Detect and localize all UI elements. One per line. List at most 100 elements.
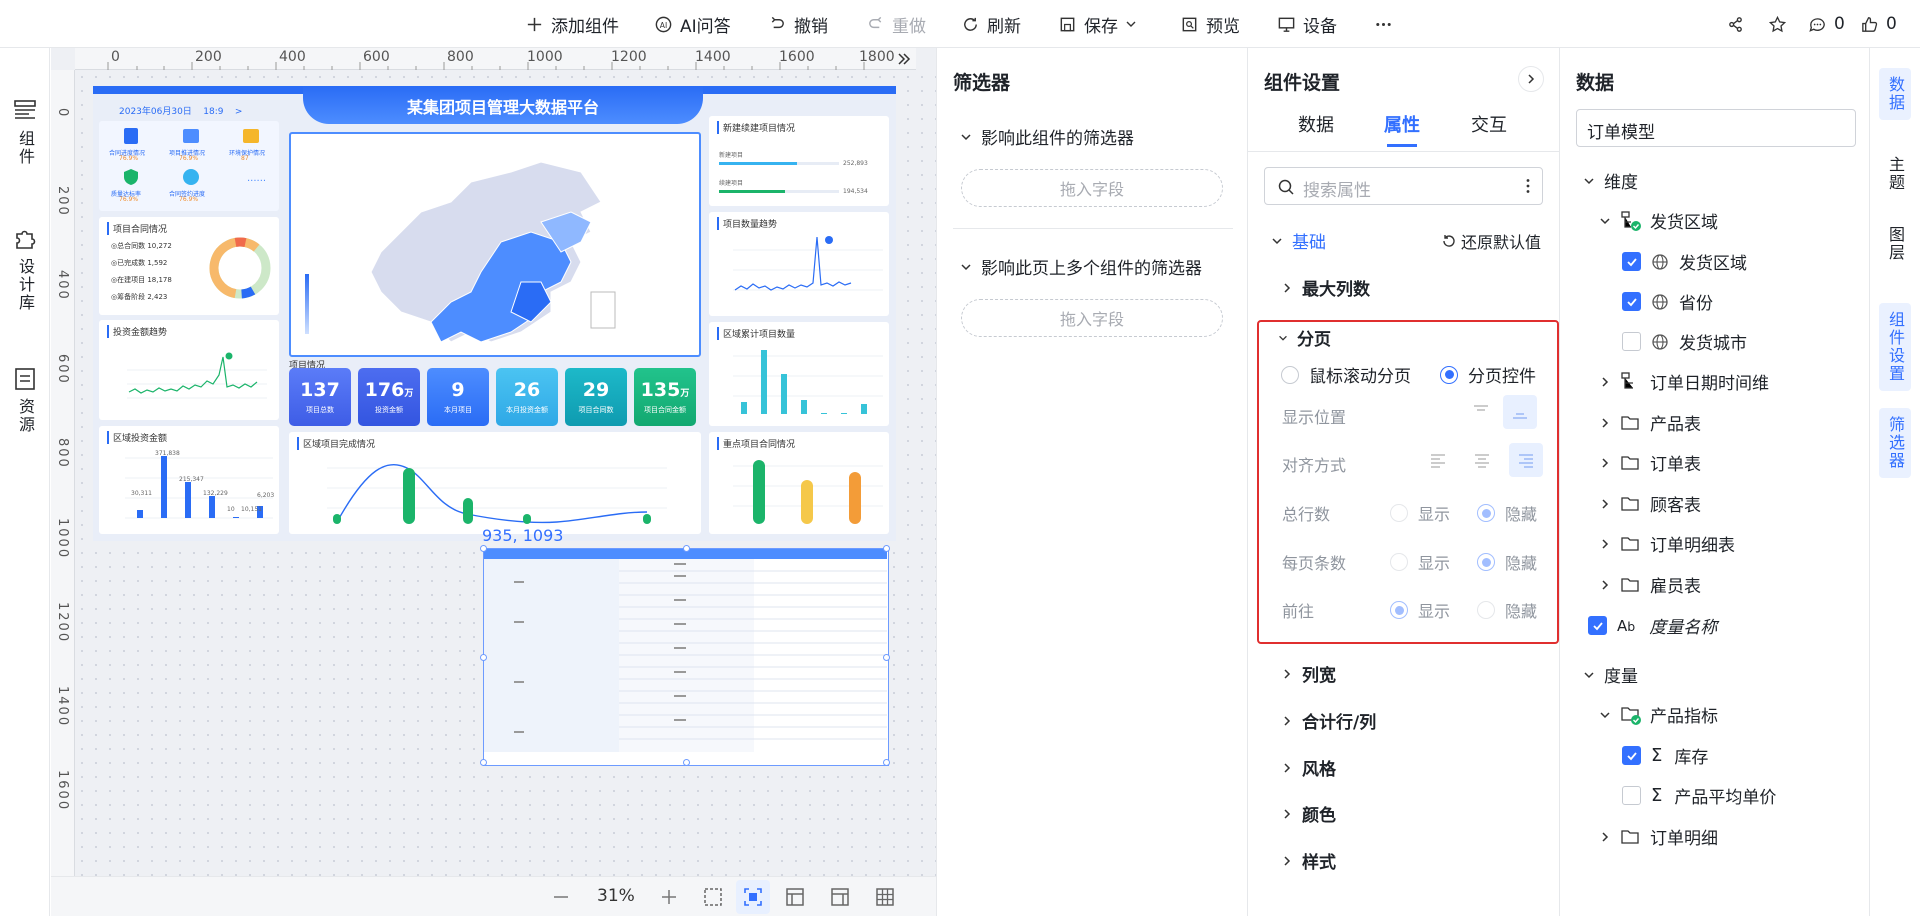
product-metric-folder[interactable]: 产品指标 <box>1598 702 1718 727</box>
share-button[interactable] <box>1726 0 1745 48</box>
resize-handle[interactable] <box>883 759 890 766</box>
design-canvas[interactable]: 0 200 400 600 800 1000 1200 1400 1600 18… <box>51 48 936 916</box>
selected-table-component[interactable] <box>480 545 890 766</box>
redo-button[interactable]: 重做 <box>866 0 926 48</box>
resize-handle[interactable] <box>883 545 890 552</box>
stock-checkbox[interactable] <box>1622 746 1641 765</box>
add-component-button[interactable]: 添加组件 <box>525 0 619 48</box>
order-detail-folder[interactable]: 订单明细 <box>1598 824 1718 849</box>
zoom-out-icon[interactable] <box>551 887 571 907</box>
field-avg-price[interactable]: Σ 产品平均单价 <box>1622 783 1776 808</box>
collapse-panel-button[interactable] <box>1518 66 1544 92</box>
device-button[interactable]: 设备 <box>1277 0 1337 48</box>
resize-handle[interactable] <box>480 654 487 661</box>
per-page-show[interactable]: 显示 <box>1390 550 1450 574</box>
page-filter-section[interactable]: 影响此页上多个组件的筛选器 <box>959 254 1202 279</box>
refresh-button[interactable]: 刷新 <box>961 0 1021 48</box>
column-width-section[interactable]: 列宽 <box>1280 661 1336 686</box>
property-search-input[interactable]: 搜索属性 <box>1264 167 1543 205</box>
align-center-button[interactable] <box>1465 443 1499 477</box>
theme-section[interactable]: 风格 <box>1280 755 1336 780</box>
reset-default-button[interactable]: 还原默认值 <box>1441 229 1541 253</box>
tab-properties[interactable]: 属性 <box>1384 111 1420 137</box>
fit-screen-icon[interactable] <box>702 886 724 908</box>
component-filter-section[interactable]: 影响此组件的筛选器 <box>959 124 1134 149</box>
preview-button[interactable]: 预览 <box>1180 0 1240 48</box>
rail-tab-theme[interactable]: 主题 <box>1879 148 1911 200</box>
field-ship-city[interactable]: 发货城市 <box>1622 329 1747 354</box>
tab-interaction[interactable]: 交互 <box>1471 111 1507 137</box>
resize-handle[interactable] <box>683 759 690 766</box>
resize-handle[interactable] <box>480 759 487 766</box>
rail-tab-component-settings[interactable]: 组件设置 <box>1879 303 1911 391</box>
tab-data[interactable]: 数据 <box>1298 111 1334 137</box>
dimension-group[interactable]: 维度 <box>1582 168 1638 193</box>
grid-icon[interactable] <box>874 886 896 908</box>
like-button[interactable]: 0 <box>1860 0 1897 48</box>
paging-control-radio[interactable] <box>1440 365 1458 384</box>
data-model-select[interactable]: 订单模型 <box>1576 109 1856 147</box>
total-rows-hide[interactable]: 隐藏 <box>1477 501 1537 525</box>
scroll-paging-option[interactable]: 鼠标滚动分页 <box>1281 362 1411 387</box>
order-date-hierarchy[interactable]: 订单日期时间维 <box>1598 369 1769 394</box>
favorite-button[interactable] <box>1768 0 1787 48</box>
goto-show[interactable]: 显示 <box>1390 598 1450 622</box>
ship-region-checkbox[interactable] <box>1622 252 1641 271</box>
measure-name-checkbox[interactable] <box>1588 616 1607 635</box>
more-button[interactable] <box>1374 0 1393 48</box>
ship-city-checkbox[interactable] <box>1622 332 1641 351</box>
rail-tab-filter[interactable]: 筛选器 <box>1879 408 1911 478</box>
comment-button[interactable]: 0 <box>1808 0 1845 48</box>
goto-hide[interactable]: 隐藏 <box>1477 598 1537 622</box>
table-product[interactable]: 产品表 <box>1598 410 1701 435</box>
ai-qa-button[interactable]: AI AI问答 <box>654 0 731 48</box>
scroll-paging-radio[interactable] <box>1281 365 1299 384</box>
ship-region-hierarchy[interactable]: 发货区域 <box>1598 208 1718 233</box>
field-ship-region[interactable]: 发货区域 <box>1622 249 1747 274</box>
measure-group[interactable]: 度量 <box>1582 662 1638 687</box>
layout-icon[interactable] <box>784 886 806 908</box>
drop-field-zone[interactable]: 拖入字段 <box>961 299 1223 337</box>
position-bottom-button[interactable] <box>1503 395 1537 429</box>
resize-handle[interactable] <box>480 545 487 552</box>
more-vertical-icon[interactable] <box>1519 177 1537 195</box>
zoom-in-icon[interactable] <box>659 887 679 907</box>
field-province[interactable]: 省份 <box>1622 289 1713 314</box>
components-tab[interactable]: 组件 <box>0 98 50 166</box>
style-section[interactable]: 样式 <box>1280 848 1336 873</box>
resize-handle[interactable] <box>683 545 690 552</box>
actual-size-button[interactable] <box>736 880 770 914</box>
total-row-col-section[interactable]: 合计行/列 <box>1280 708 1376 733</box>
rail-tab-layers[interactable]: 图层 <box>1879 218 1911 270</box>
dashboard-preview[interactable]: 某集团项目管理大数据平台 2023年06月30日 18:9 > 合同进度情况 7… <box>93 86 896 541</box>
table-customer[interactable]: 顾客表 <box>1598 491 1701 516</box>
resources-tab[interactable]: 资源 <box>0 366 50 434</box>
basic-section[interactable]: 基础 <box>1270 228 1326 253</box>
per-page-hide[interactable]: 隐藏 <box>1477 550 1537 574</box>
design-library-tab[interactable]: 设计库 <box>0 226 50 312</box>
preview-icon <box>1182 17 1197 31</box>
field-measure-name[interactable]: Ab 度量名称 <box>1588 613 1717 638</box>
table-employee[interactable]: 雇员表 <box>1598 572 1701 597</box>
avg-price-checkbox[interactable] <box>1622 786 1641 805</box>
rail-tab-data[interactable]: 数据 <box>1879 68 1911 120</box>
undo-button[interactable]: 撤销 <box>768 0 828 48</box>
panel-icon[interactable] <box>829 886 851 908</box>
province-checkbox[interactable] <box>1622 292 1641 311</box>
table-order[interactable]: 订单表 <box>1598 450 1701 475</box>
color-section[interactable]: 颜色 <box>1280 801 1336 826</box>
zoom-level[interactable]: 31% <box>597 886 635 906</box>
drop-field-zone[interactable]: 拖入字段 <box>961 169 1223 207</box>
field-stock[interactable]: Σ 库存 <box>1622 743 1708 768</box>
double-chevron-right-icon[interactable] <box>897 52 911 66</box>
total-rows-show[interactable]: 显示 <box>1390 501 1450 525</box>
resize-handle[interactable] <box>883 654 890 661</box>
table-order-detail[interactable]: 订单明细表 <box>1598 531 1735 556</box>
max-columns-section[interactable]: 最大列数 <box>1280 275 1370 300</box>
align-left-button[interactable] <box>1421 443 1455 477</box>
pagination-section[interactable]: 分页 <box>1277 325 1331 350</box>
paging-control-option[interactable]: 分页控件 <box>1440 362 1536 387</box>
align-right-button[interactable] <box>1509 443 1543 477</box>
save-button[interactable]: 保存 <box>1058 0 1137 48</box>
position-top-button[interactable] <box>1464 395 1498 429</box>
